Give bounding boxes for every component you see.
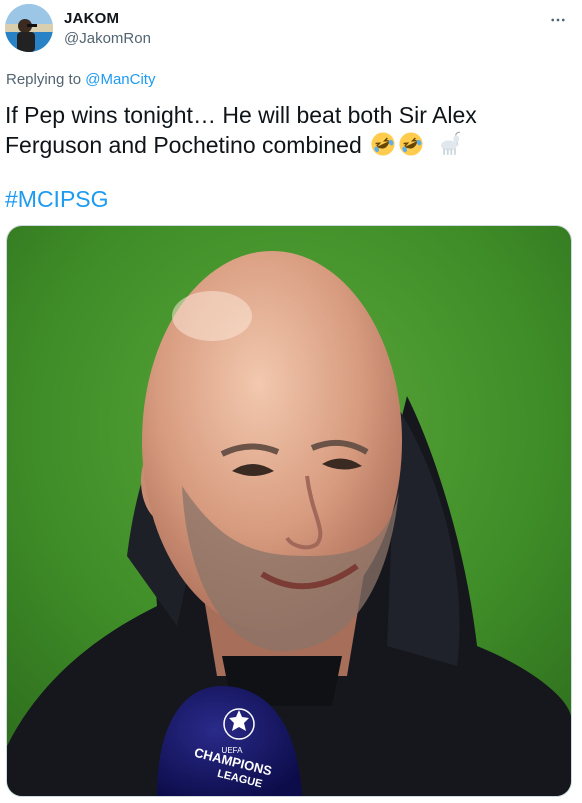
- user-display-name[interactable]: JAKOM: [64, 10, 119, 27]
- replying-to-label: Replying to: [6, 71, 82, 88]
- rolling-laughing-emoji: [399, 132, 423, 156]
- user-avatar[interactable]: [5, 4, 53, 52]
- avatar-photo-icon: [5, 4, 53, 52]
- more-options-button[interactable]: [546, 8, 570, 32]
- tweet-text: If Pep wins tonight… He will beat both S…: [5, 100, 575, 160]
- replying-to-line: Replying to @ManCity: [6, 71, 155, 88]
- more-dots-icon: [551, 18, 565, 22]
- tweet-media-photo[interactable]: UEFA CHAMPIONS LEAGUE: [6, 225, 572, 797]
- rolling-laughing-emoji: [371, 132, 395, 156]
- hashtag-link[interactable]: #MCIPSG: [5, 186, 109, 213]
- user-handle[interactable]: @JakomRon: [64, 30, 151, 47]
- goat-emoji: [441, 131, 461, 155]
- reply-mention-link[interactable]: @ManCity: [85, 71, 155, 88]
- photo-image: UEFA CHAMPIONS LEAGUE: [7, 226, 571, 796]
- tweet-card: JAKOM @JakomRon Replying to @ManCity If …: [0, 0, 582, 803]
